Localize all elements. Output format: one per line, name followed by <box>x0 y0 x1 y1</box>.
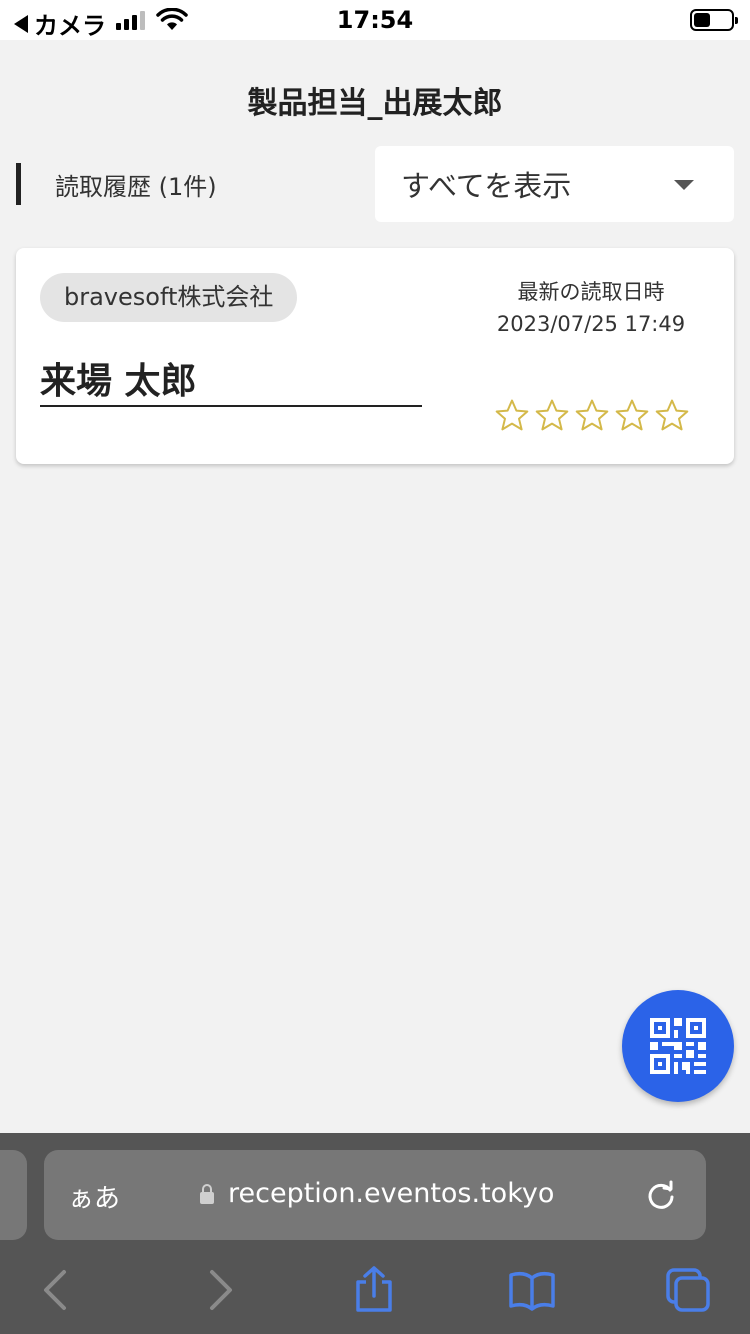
status-bar: カメラ 17:54 <box>0 0 750 40</box>
previous-tab-preview[interactable] <box>0 1150 27 1240</box>
star-icon[interactable] <box>654 398 690 434</box>
url-text: reception.eventos.tokyo <box>228 1178 555 1209</box>
filter-selected-value: すべてを表示 <box>401 169 572 203</box>
forward-arrow-icon[interactable] <box>194 1266 242 1314</box>
star-icon[interactable] <box>534 398 570 434</box>
caret-down-icon <box>674 180 694 190</box>
battery-level <box>694 13 710 27</box>
star-rating[interactable] <box>494 398 690 434</box>
star-icon[interactable] <box>614 398 650 434</box>
history-section-label: 読取履歴 (1件) <box>16 162 217 206</box>
section-accent-bar <box>16 163 21 205</box>
qr-scan-button[interactable] <box>622 990 734 1102</box>
share-icon[interactable] <box>350 1266 398 1314</box>
qr-code-icon <box>650 1018 706 1074</box>
bookmarks-icon[interactable] <box>508 1266 556 1314</box>
name-underline <box>40 405 422 407</box>
visitor-card[interactable]: bravesoft株式会社 来場 太郎 最新の読取日時 2023/07/25 1… <box>16 248 734 464</box>
battery-icon <box>690 9 738 31</box>
reload-icon[interactable] <box>644 1178 678 1212</box>
company-badge: bravesoft株式会社 <box>40 273 298 322</box>
visitor-name: 来場 太郎 <box>40 361 197 402</box>
tabs-icon[interactable] <box>664 1266 712 1314</box>
star-icon[interactable] <box>574 398 610 434</box>
latest-read-label: 最新の読取日時 <box>517 280 665 304</box>
page-title: 製品担当_出展太郎 <box>247 86 503 121</box>
page-settings-button[interactable]: ぁあ <box>68 1178 120 1215</box>
status-time: 17:54 <box>336 6 414 34</box>
star-icon[interactable] <box>494 398 530 434</box>
latest-read-datetime: 2023/07/25 17:49 <box>496 312 686 336</box>
address-bar[interactable]: ぁあ reception.eventos.tokyo <box>44 1150 706 1240</box>
back-arrow-icon[interactable] <box>34 1266 82 1314</box>
history-count-label: 読取履歴 (1件) <box>55 172 217 201</box>
filter-dropdown[interactable]: すべてを表示 <box>375 146 734 222</box>
lock-icon <box>200 1184 214 1204</box>
